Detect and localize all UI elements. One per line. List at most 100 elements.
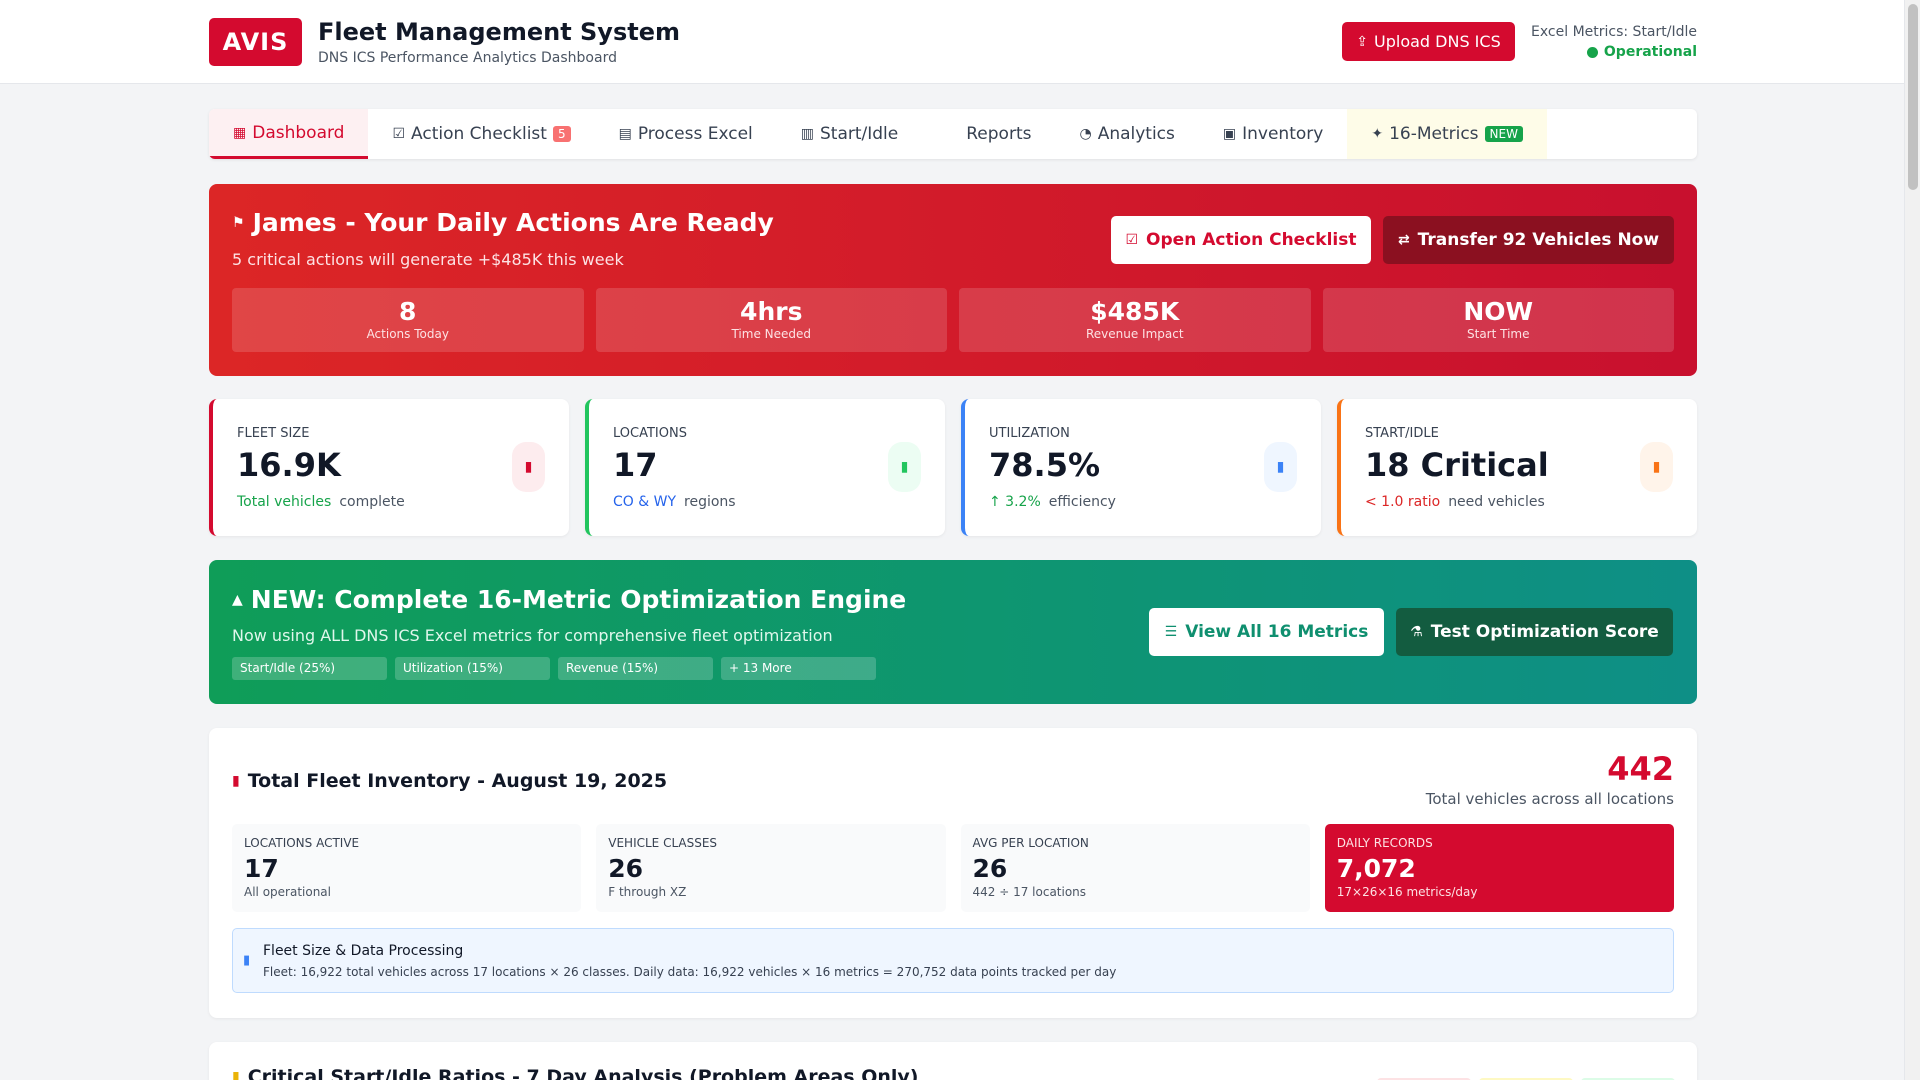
hero-stat-actions: 8 Actions Today [232, 288, 584, 352]
kpi-row: FLEET SIZE 16.9K Total vehicles complete … [209, 399, 1697, 536]
rocket-icon: ▲ [232, 591, 243, 608]
daily-actions-banner: ⚑ James - Your Daily Actions Are Ready 5… [209, 184, 1697, 376]
warning-icon: ▮ [1640, 442, 1673, 492]
inventory-title-text: Total Fleet Inventory - August 19, 2025 [247, 770, 668, 792]
kpi-note: need vehicles [1448, 494, 1545, 510]
inventory-stat-daily-records: DAILY RECORDS 7,072 17×26×16 metrics/day [1324, 824, 1674, 912]
checklist-icon: ☑ [1125, 232, 1139, 248]
kpi-accent: < 1.0 ratio [1365, 494, 1441, 510]
view-all-metrics-button[interactable]: ☰ View All 16 Metrics [1149, 608, 1384, 656]
open-action-checklist-button[interactable]: ☑ Open Action Checklist [1111, 216, 1371, 264]
hero-subtitle: 5 critical actions will generate +$485K … [232, 250, 624, 269]
critical-ratios-card: ▮ Critical Start/Idle Ratios - 7 Day Ana… [209, 1042, 1697, 1080]
kpi-footer: ↑ 3.2% efficiency [989, 494, 1116, 510]
hero-stat-start: NOW Start Time [1322, 288, 1674, 352]
inventory-icon: ▣ [1222, 126, 1237, 142]
inventory-stats: LOCATIONS ACTIVE 17 All operational VEHI… [232, 824, 1674, 912]
app-header: AVIS Fleet Management System DNS ICS Per… [0, 0, 1904, 84]
info-body: Fleet: 16,922 total vehicles across 17 l… [263, 965, 1117, 979]
critical-title: ▮ Critical Start/Idle Ratios - 7 Day Ana… [232, 1066, 919, 1080]
dashboard-icon: ▦ [233, 124, 247, 141]
tab-label: Dashboard [252, 122, 345, 143]
status-dot-icon [1586, 46, 1598, 58]
kpi-label: UTILIZATION [989, 426, 1070, 441]
stat-note: F through XZ [608, 885, 687, 899]
new-badge: NEW [1484, 126, 1523, 142]
kpi-label: FLEET SIZE [237, 426, 310, 441]
list-icon: ☰ [1164, 624, 1178, 640]
hero-title: ⚑ James - Your Daily Actions Are Ready [232, 208, 774, 237]
checklist-icon: ☑ [392, 126, 406, 142]
hero-title-text: James - Your Daily Actions Are Ready [252, 208, 774, 237]
metric-pill: Revenue (15%) [558, 657, 713, 680]
tab-start-idle[interactable]: ▥ Start/Idle [777, 109, 922, 159]
info-title: Fleet Size & Data Processing [263, 943, 464, 959]
kpi-footer: < 1.0 ratio need vehicles [1365, 494, 1545, 510]
inventory-stat-avg: AVG PER LOCATION 26 442 ÷ 17 locations [960, 824, 1310, 912]
kpi-note: regions [684, 494, 736, 510]
tab-label: Process Excel [637, 124, 753, 144]
kpi-note: efficiency [1048, 494, 1116, 510]
stat-value: 8 [399, 297, 417, 326]
upload-dns-ics-button[interactable]: ⇪ Upload DNS ICS [1342, 22, 1515, 61]
kpi-label: START/IDLE [1365, 426, 1439, 441]
hero-stat-time: 4hrs Time Needed [595, 288, 947, 352]
tab-action-checklist[interactable]: ☑ Action Checklist 5 [368, 109, 594, 159]
tab-label: Action Checklist [411, 124, 547, 144]
fleet-info-box: ▮ Fleet Size & Data Processing Fleet: 16… [232, 928, 1674, 993]
checklist-count-badge: 5 [552, 126, 571, 142]
stat-value: $485K [1090, 297, 1180, 326]
tab-reports[interactable]: Reports [922, 109, 1055, 159]
inventory-stat-locations: LOCATIONS ACTIVE 17 All operational [232, 824, 582, 912]
tab-16-metrics[interactable]: ✦ 16-Metrics NEW [1347, 109, 1547, 159]
flask-icon: ⚗ [1410, 624, 1423, 640]
kpi-utilization: UTILIZATION 78.5% ↑ 3.2% efficiency ▮ [961, 399, 1321, 536]
test-optimization-score-button[interactable]: ⚗ Test Optimization Score [1396, 608, 1673, 656]
kpi-value: 78.5% [989, 446, 1101, 484]
stat-label: LOCATIONS ACTIVE [244, 836, 360, 850]
gauge-icon: ▮ [1264, 442, 1297, 492]
tab-inventory[interactable]: ▣ Inventory [1199, 109, 1347, 159]
kpi-accent: Total vehicles [237, 494, 332, 510]
fleet-inventory-card: ▮ Total Fleet Inventory - August 19, 202… [209, 728, 1697, 1018]
stat-note: 17×26×16 metrics/day [1336, 885, 1478, 899]
button-label: Open Action Checklist [1146, 230, 1357, 250]
stat-value: 4hrs [740, 297, 803, 326]
stat-label: AVG PER LOCATION [972, 836, 1089, 850]
tab-analytics[interactable]: ◔ Analytics [1055, 109, 1198, 159]
warning-icon: ▮ [232, 1069, 240, 1080]
tab-label: Analytics [1097, 124, 1175, 144]
metric-pill: Start/Idle (25%) [232, 657, 387, 680]
critical-title-text: Critical Start/Idle Ratios - 7 Day Analy… [247, 1066, 919, 1080]
tab-process-excel[interactable]: ▤ Process Excel [595, 109, 777, 159]
main-nav: ▦ Dashboard ☑ Action Checklist 5 ▤ Proce… [209, 109, 1697, 159]
page-scrollbar[interactable] [1904, 0, 1920, 1080]
kpi-accent: CO & WY [613, 494, 677, 510]
transfer-icon: ⇄ [1397, 232, 1410, 248]
metric-pill: + 13 More [721, 657, 876, 680]
kpi-note: complete [339, 494, 405, 510]
stat-value: 7,072 [1336, 854, 1416, 883]
inventory-total: 442 [1607, 750, 1674, 788]
stat-label: Start Time [1467, 327, 1530, 341]
kpi-start-idle: START/IDLE 18 Critical < 1.0 ratio need v… [1337, 399, 1697, 536]
avis-logo[interactable]: AVIS [209, 18, 302, 66]
engine-title: ▲ NEW: Complete 16-Metric Optimization E… [232, 585, 906, 614]
excel-metrics-label: Excel Metrics: Start/Idle [1531, 24, 1697, 40]
stat-value: 26 [608, 854, 644, 883]
hero-stats: 8 Actions Today 4hrs Time Needed $485K R… [232, 288, 1674, 352]
stat-label: Time Needed [731, 327, 812, 341]
tab-dashboard[interactable]: ▦ Dashboard [209, 109, 369, 159]
info-icon: ▮ [243, 953, 251, 968]
transfer-vehicles-button[interactable]: ⇄ Transfer 92 Vehicles Now [1383, 216, 1674, 264]
kpi-footer: CO & WY regions [613, 494, 736, 510]
upload-icon: ⇪ [1356, 33, 1368, 50]
app-title: Fleet Management System [318, 18, 680, 46]
kpi-value: 16.9K [237, 446, 341, 484]
scrollbar-thumb[interactable] [1908, 4, 1918, 190]
metric-pills: Start/Idle (25%) Utilization (15%) Reven… [232, 657, 876, 680]
stat-label: DAILY RECORDS [1336, 836, 1433, 850]
alert-icon: ⚑ [232, 214, 245, 231]
button-label: Transfer 92 Vehicles Now [1417, 230, 1660, 250]
kpi-accent: ↑ 3.2% [989, 494, 1041, 510]
